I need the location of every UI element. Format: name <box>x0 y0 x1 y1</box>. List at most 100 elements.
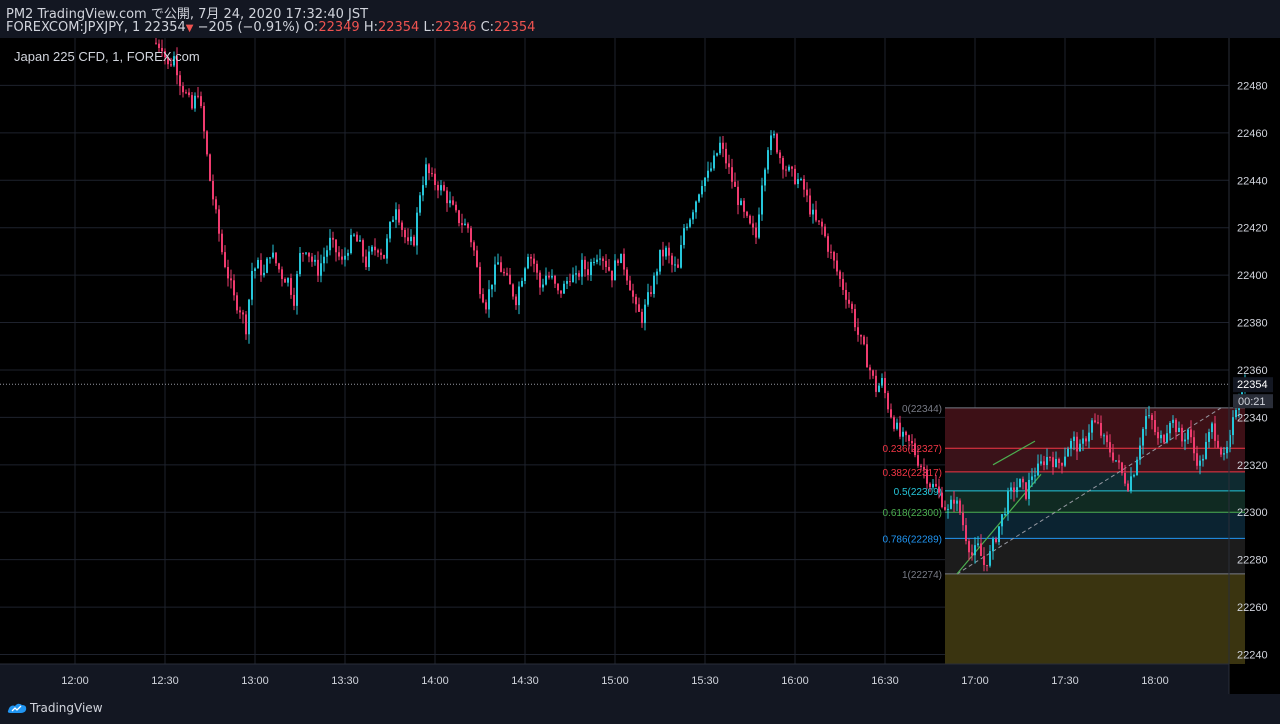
candle-body <box>443 185 445 191</box>
candle-body <box>1061 462 1063 466</box>
candle-body <box>1199 460 1201 466</box>
candle-body <box>398 209 400 223</box>
candle-body <box>569 281 571 283</box>
candle-body <box>1157 432 1159 439</box>
candle-body <box>725 148 727 164</box>
candle-body <box>806 189 808 196</box>
candle-body <box>797 179 799 185</box>
candle-body <box>953 499 955 504</box>
candle-body <box>446 190 448 204</box>
candle-body <box>224 252 226 268</box>
candle-body <box>170 64 172 66</box>
candle-body <box>431 173 433 175</box>
candle-body <box>485 302 487 310</box>
candle-body <box>1058 459 1060 463</box>
candle-body <box>1082 438 1084 444</box>
candle-body <box>1040 461 1042 464</box>
candle-body <box>338 252 340 257</box>
candle-body <box>1052 457 1054 468</box>
candle-body <box>686 226 688 229</box>
price-chart[interactable]: 0(22344)0.236(22327)0.382(22317)0.5(2230… <box>0 38 1280 694</box>
candle-body <box>461 223 463 226</box>
tradingview-logo-icon[interactable] <box>6 701 28 715</box>
candle-body <box>476 250 478 267</box>
x-tick-label: 15:00 <box>601 675 629 687</box>
time-axis[interactable]: 12:00 12:30 13:00 13:30 14:00 14:30 15:00 15:30… <box>0 663 1229 687</box>
candle-body <box>1046 457 1048 466</box>
candle-body <box>623 253 625 270</box>
y-tick-label: 22280 <box>1237 555 1268 567</box>
candle-body <box>395 209 397 220</box>
candle-body <box>458 210 460 224</box>
candle-body <box>428 164 430 174</box>
y-tick-label: 22380 <box>1237 318 1268 330</box>
candle-body <box>290 278 292 295</box>
candle-body <box>497 262 499 265</box>
brand-label[interactable]: TradingView <box>30 701 103 715</box>
candle-body <box>857 327 859 335</box>
candle-body <box>272 252 274 258</box>
candle-body <box>695 201 697 213</box>
candle-body <box>320 263 322 276</box>
candle-body <box>410 236 412 242</box>
candle-body <box>524 268 526 281</box>
candle-body <box>215 199 217 210</box>
candle-body <box>230 278 232 281</box>
candle-body <box>389 222 391 239</box>
x-tick-label: 18:00 <box>1141 675 1169 687</box>
candle-body <box>242 312 244 315</box>
candle-body <box>1007 491 1009 514</box>
candle-body <box>620 253 622 264</box>
candle-body <box>1205 441 1207 459</box>
candle-body <box>659 249 661 272</box>
candle-body <box>854 308 856 328</box>
candle-body <box>929 483 931 488</box>
candle-body <box>419 195 421 213</box>
candle-body <box>809 195 811 215</box>
candle-body <box>827 236 829 252</box>
candle-body <box>179 75 181 87</box>
candle-body <box>818 220 820 222</box>
candle-body <box>371 246 373 252</box>
candle-body <box>1127 483 1129 491</box>
candle-body <box>650 292 652 294</box>
candle-body <box>764 169 766 186</box>
x-tick-label: 16:30 <box>871 675 899 687</box>
candle-body <box>434 173 436 185</box>
candle-body <box>860 334 862 337</box>
candle-body <box>482 294 484 303</box>
candle-body <box>761 185 763 215</box>
candle-body <box>932 483 934 488</box>
fib-level-label: 0.618(22300) <box>883 508 943 519</box>
candle-body <box>185 92 187 94</box>
candle-body <box>656 271 658 276</box>
candle-body <box>869 367 871 371</box>
candle-body <box>1163 434 1165 443</box>
candle-body <box>440 185 442 191</box>
candle-body <box>521 280 523 287</box>
candle-body <box>866 344 868 368</box>
fib-level-label: 0.5(22309) <box>894 487 942 498</box>
x-tick-label: 13:00 <box>241 675 269 687</box>
candle-body <box>677 264 679 268</box>
candle-body <box>779 152 781 159</box>
candle-body <box>1220 447 1222 455</box>
candle-body <box>1112 452 1114 461</box>
candle-body <box>758 214 760 238</box>
last-price: 22354 <box>144 20 186 35</box>
candle-body <box>731 167 733 182</box>
candle-body <box>794 168 796 185</box>
candle-body <box>1064 456 1066 466</box>
candle-body <box>626 269 628 281</box>
candle-body <box>632 290 634 297</box>
candle-body <box>350 234 352 254</box>
candle-body <box>1175 419 1177 433</box>
candle-body <box>374 246 376 251</box>
candle-body <box>1148 415 1150 417</box>
candle-body <box>863 336 865 345</box>
candle-body <box>203 106 205 132</box>
candle-body <box>1145 416 1147 430</box>
candle-body <box>905 431 907 436</box>
candle-body <box>629 280 631 291</box>
candle-body <box>1136 459 1138 476</box>
